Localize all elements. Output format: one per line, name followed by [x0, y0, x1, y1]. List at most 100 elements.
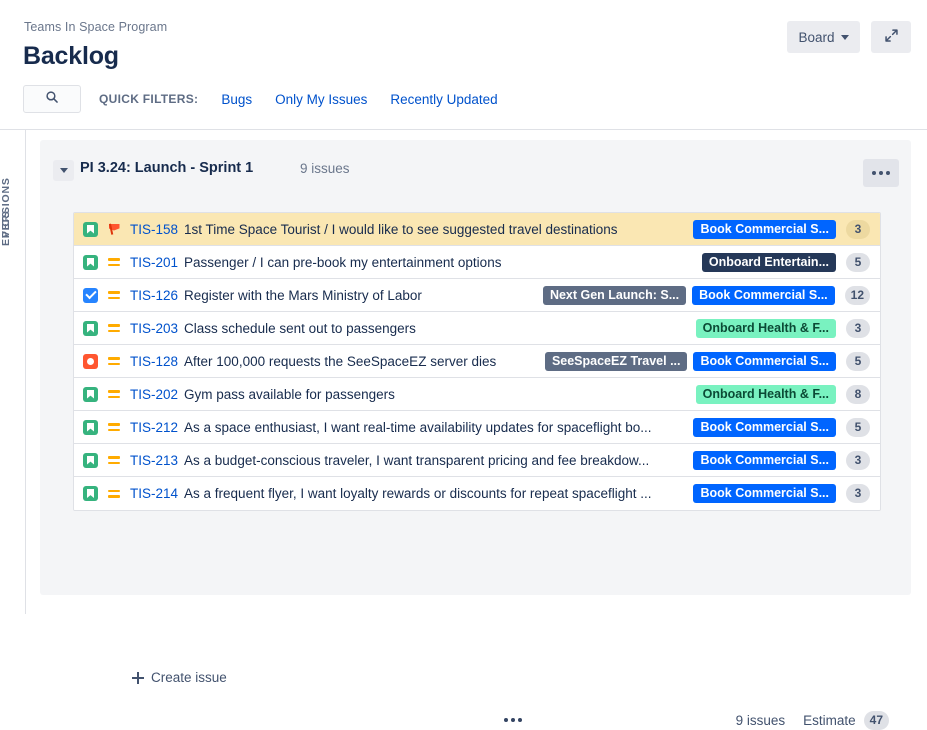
issue-key-link[interactable]: TIS-212 — [130, 420, 178, 435]
expand-icon — [884, 28, 899, 46]
issue-summary: Register with the Mars Ministry of Labor — [184, 288, 537, 303]
sprint-header: PI 3.24: Launch - Sprint 1 9 issues — [40, 140, 911, 200]
issue-key-link[interactable]: TIS-214 — [130, 486, 178, 501]
epic-lozenge[interactable]: Book Commercial S... — [693, 418, 836, 437]
issue-summary: As a budget-conscious traveler, I want t… — [184, 453, 687, 468]
header-actions: Board — [787, 21, 911, 53]
page-title: Backlog — [23, 42, 119, 71]
issue-type-story-icon — [83, 453, 98, 468]
sprint-collapse-toggle[interactable] — [53, 160, 74, 181]
quick-filter-recently-updated[interactable]: Recently Updated — [390, 92, 497, 107]
issue-estimate-badge[interactable]: 5 — [846, 253, 870, 272]
sprint-estimate-label: Estimate — [803, 713, 856, 728]
issue-row[interactable]: TIS-213 As a budget-conscious traveler, I… — [74, 444, 880, 477]
quick-filter-bugs[interactable]: Bugs — [221, 92, 252, 107]
quick-filter-only-my-issues[interactable]: Only My Issues — [275, 92, 367, 107]
epic-lozenge[interactable]: Book Commercial S... — [692, 286, 835, 305]
left-rail: VERSIONS EPICS — [0, 130, 26, 614]
epic-lozenge[interactable]: Onboard Health & F... — [696, 319, 836, 338]
issue-key-link[interactable]: TIS-202 — [130, 387, 178, 402]
version-lozenge[interactable]: SeeSpaceEZ Travel ... — [545, 352, 688, 371]
issue-summary: As a frequent flyer, I want loyalty rewa… — [184, 486, 687, 501]
issue-row[interactable]: TIS-212 As a space enthusiast, I want rea… — [74, 411, 880, 444]
issue-estimate-badge[interactable]: 12 — [845, 286, 870, 305]
issue-key-link[interactable]: TIS-158 — [130, 222, 178, 237]
board-dropdown-button[interactable]: Board — [787, 21, 860, 53]
priority-medium-icon — [107, 387, 121, 401]
priority-medium-icon — [107, 354, 121, 368]
priority-highest-icon — [107, 222, 121, 236]
board-dropdown-label: Board — [798, 30, 834, 45]
breadcrumb[interactable]: Teams In Space Program — [24, 20, 167, 34]
issue-row[interactable]: TIS-214 As a frequent flyer, I want loyal… — [74, 477, 880, 510]
drag-dot-icon — [504, 718, 508, 722]
issue-key-link[interactable]: TIS-213 — [130, 453, 178, 468]
issue-estimate-badge[interactable]: 5 — [846, 418, 870, 437]
create-issue-label: Create issue — [151, 670, 227, 685]
issue-list: TIS-1581st Time Space Tourist / I would … — [73, 212, 881, 511]
expand-fullscreen-button[interactable] — [871, 21, 911, 53]
more-actions-icon — [879, 171, 883, 175]
epic-lozenge[interactable]: Onboard Entertain... — [702, 253, 836, 272]
sidebar-item-epics[interactable]: EPICS — [0, 186, 25, 246]
drag-dot-icon — [518, 718, 522, 722]
panel-resize-handle[interactable] — [504, 718, 522, 722]
issue-row[interactable]: TIS-203 Class schedule sent out to passen… — [74, 312, 880, 345]
issue-estimate-badge[interactable]: 8 — [846, 385, 870, 404]
issue-key-link[interactable]: TIS-126 — [130, 288, 178, 303]
issue-row[interactable]: TIS-1581st Time Space Tourist / I would … — [74, 213, 880, 246]
chevron-down-icon — [60, 168, 68, 173]
issue-estimate-badge[interactable]: 3 — [846, 451, 870, 470]
search-icon — [45, 90, 59, 109]
issue-summary: Passenger / I can pre-book my entertainm… — [184, 255, 696, 270]
issue-estimate-badge[interactable]: 3 — [846, 484, 870, 503]
issue-row[interactable]: TIS-126 Register with the Mars Ministry o… — [74, 279, 880, 312]
sprint-name[interactable]: PI 3.24: Launch - Sprint 1 — [80, 160, 253, 176]
more-actions-icon — [886, 171, 890, 175]
issue-estimate-badge[interactable]: 5 — [846, 352, 870, 371]
issue-row[interactable]: TIS-128 After 100,000 requests the SeeSpa… — [74, 345, 880, 378]
create-issue-button[interactable]: Create issue — [132, 670, 227, 685]
issue-summary: After 100,000 requests the SeeSpaceEZ se… — [184, 354, 539, 369]
search-input[interactable] — [23, 85, 81, 113]
issue-type-story-icon — [83, 321, 98, 336]
sprint-estimate-group: Estimate 47 — [803, 711, 889, 730]
priority-medium-icon — [107, 453, 121, 467]
issue-summary: Gym pass available for passengers — [184, 387, 690, 402]
page-header: Teams In Space Program Backlog Board — [0, 0, 927, 130]
epic-lozenge[interactable]: Book Commercial S... — [693, 220, 836, 239]
issue-row[interactable]: TIS-202 Gym pass available for passengers… — [74, 378, 880, 411]
issue-row[interactable]: TIS-201 Passenger / I can pre-book my ent… — [74, 246, 880, 279]
issue-type-task-icon — [83, 288, 98, 303]
issue-summary: As a space enthusiast, I want real-time … — [184, 420, 687, 435]
quick-filters-label: QUICK FILTERS: — [99, 92, 198, 106]
priority-medium-icon — [107, 487, 121, 501]
more-actions-icon — [872, 171, 876, 175]
priority-medium-icon — [107, 288, 121, 302]
epic-lozenge[interactable]: Book Commercial S... — [693, 484, 836, 503]
priority-medium-icon — [107, 255, 121, 269]
sprint-panel: PI 3.24: Launch - Sprint 1 9 issues TIS-… — [40, 140, 911, 595]
sprint-more-actions-button[interactable] — [863, 159, 899, 187]
issue-type-story-icon — [83, 255, 98, 270]
issue-type-story-icon — [83, 222, 98, 237]
quick-filters-bar: QUICK FILTERS: Bugs Only My Issues Recen… — [23, 85, 498, 113]
epic-lozenge[interactable]: Onboard Health & F... — [696, 385, 836, 404]
header-divider — [0, 129, 927, 130]
sprint-footer-issue-count: 9 issues — [736, 713, 786, 728]
issue-key-link[interactable]: TIS-203 — [130, 321, 178, 336]
drag-dot-icon — [511, 718, 515, 722]
issue-key-link[interactable]: TIS-128 — [130, 354, 178, 369]
issue-type-story-icon — [83, 420, 98, 435]
priority-medium-icon — [107, 420, 121, 434]
issue-type-story-icon — [83, 486, 98, 501]
issue-summary: Class schedule sent out to passengers — [184, 321, 690, 336]
version-lozenge[interactable]: Next Gen Launch: S... — [543, 286, 686, 305]
epic-lozenge[interactable]: Book Commercial S... — [693, 451, 836, 470]
issue-estimate-badge[interactable]: 3 — [846, 220, 870, 239]
priority-medium-icon — [107, 321, 121, 335]
issue-estimate-badge[interactable]: 3 — [846, 319, 870, 338]
issue-type-story-icon — [83, 387, 98, 402]
issue-key-link[interactable]: TIS-201 — [130, 255, 178, 270]
epic-lozenge[interactable]: Book Commercial S... — [693, 352, 836, 371]
